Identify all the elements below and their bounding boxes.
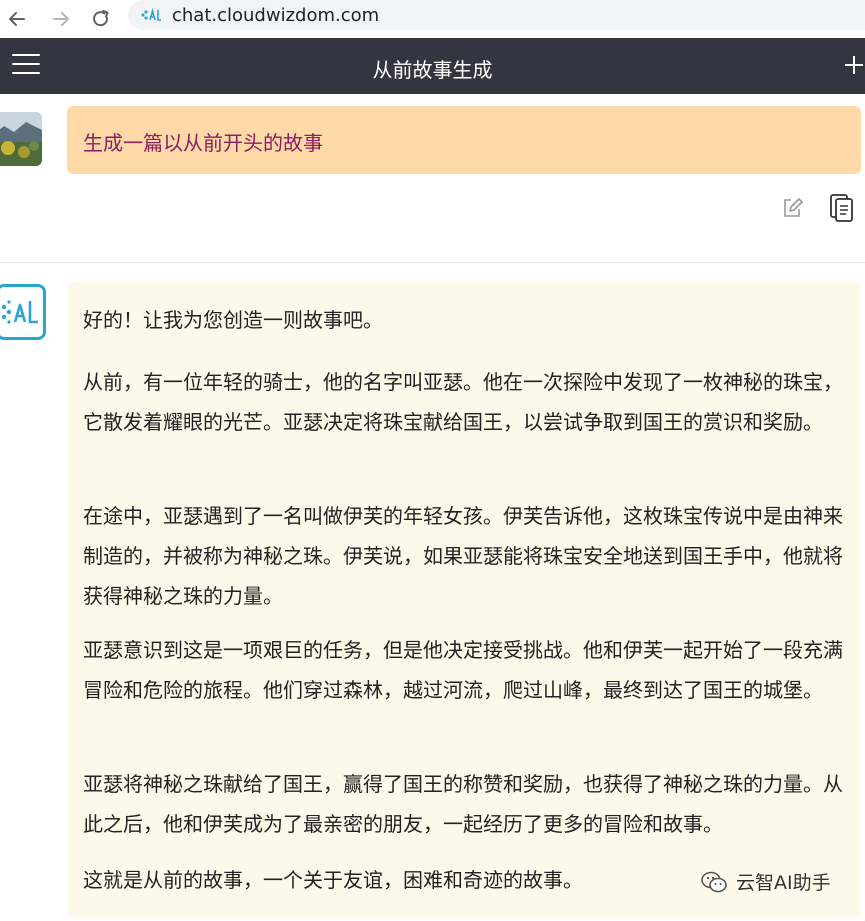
copy-button[interactable] — [829, 193, 855, 223]
ai-message-paragraph: 在途中，亚瑟遇到了一名叫做伊芙的年轻女孩。伊芙告诉他，这枚珠宝传说中是由神来制造… — [83, 504, 843, 608]
forward-arrow-icon — [53, 12, 69, 26]
wechat-icon — [701, 871, 727, 892]
ai-message-bubble: 好的！让我为您创造一则故事吧。 从前，有一位年轻的骑士，他的名字叫亚瑟。他在一次… — [67, 282, 861, 918]
reload-button[interactable] — [88, 6, 114, 32]
site-logo-icon — [141, 8, 161, 21]
edit-icon — [784, 198, 803, 217]
ai-message-paragraph: 从前，有一位年轻的骑士，他的名字叫亚瑟。他在一次探险中发现了一枚神秘的珠宝，它散… — [83, 370, 843, 434]
ai-avatar — [0, 284, 46, 340]
watermark: 云智AI助手 — [700, 868, 831, 895]
ai-message-paragraph: 亚瑟意识到这是一项艰巨的任务，但是他决定接受挑战。他和伊芙一起开始了一段充满冒险… — [83, 638, 843, 702]
app-header: 从前故事生成 — [0, 38, 865, 94]
edit-button[interactable] — [782, 197, 804, 219]
copy-icon — [830, 194, 853, 222]
reload-icon — [93, 10, 109, 27]
watermark-text: 云智AI助手 — [736, 872, 831, 894]
new-chat-button[interactable] — [843, 54, 865, 78]
page-title: 从前故事生成 — [372, 58, 493, 82]
url-text[interactable]: chat.cloudwizdom.com — [172, 5, 379, 26]
address-bar[interactable]: chat.cloudwizdom.com — [128, 0, 865, 30]
back-button[interactable] — [4, 6, 30, 32]
plus-icon — [845, 56, 863, 74]
forward-button[interactable] — [48, 6, 74, 32]
browser-toolbar: chat.cloudwizdom.com — [0, 0, 865, 38]
back-arrow-icon — [9, 12, 25, 26]
user-message-bubble: 生成一篇以从前开头的故事 — [67, 106, 861, 174]
ai-message-paragraph: 亚瑟将神秘之珠献给了国王，赢得了国王的称赞和奖励，也获得了神秘之珠的力量。从此之… — [83, 772, 843, 836]
user-message-text: 生成一篇以从前开头的故事 — [83, 131, 323, 155]
user-avatar — [0, 112, 42, 166]
message-divider — [0, 262, 865, 263]
ai-logo-icon — [1, 300, 38, 324]
ai-message-paragraph: 好的！让我为您创造一则故事吧。 — [83, 308, 383, 332]
